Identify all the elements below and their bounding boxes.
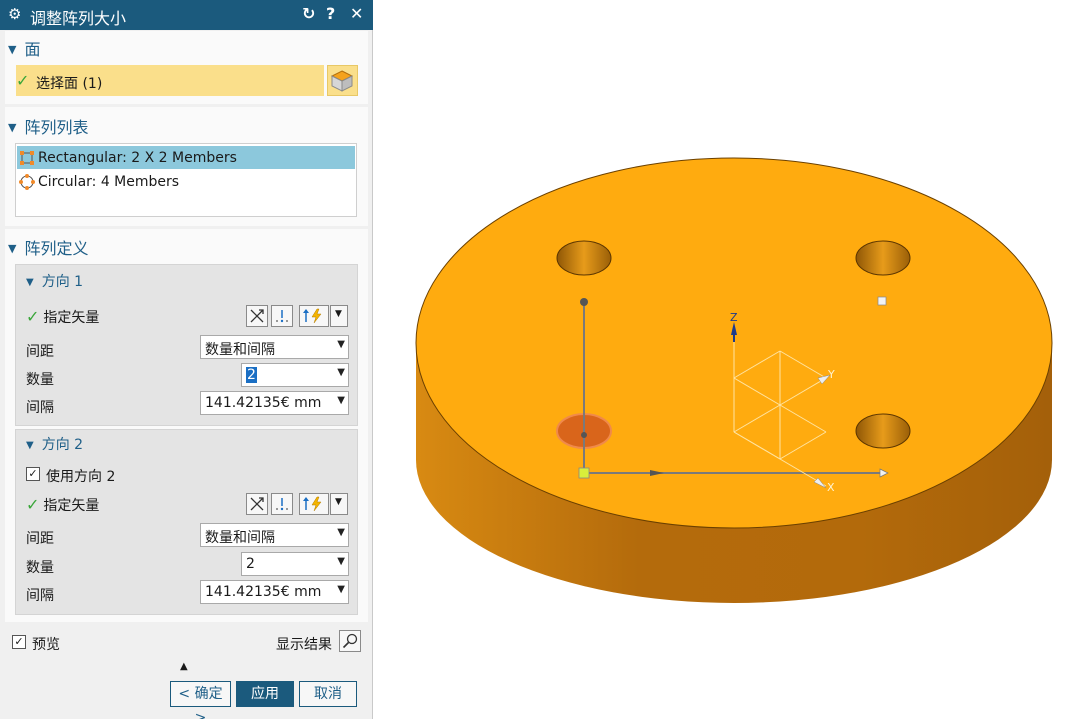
direction2-panel: ▼ 方向 2 ✓ 使用方向 2 ✓ 指定矢量 ▼ 间距 数量和间隔 ▼ 数量 2…: [15, 429, 358, 615]
select-face-row[interactable]: ✓ 选择面 (1): [16, 65, 324, 96]
collapse-triangle-icon: ▼: [8, 242, 17, 255]
direction1-count-input[interactable]: 2 ▼: [241, 363, 349, 387]
show-result-label: 显示结果: [276, 637, 332, 653]
magnifier-icon: [342, 633, 358, 649]
direction2-count-input[interactable]: 2 ▼: [241, 552, 349, 576]
use-direction2-checkbox[interactable]: ✓: [26, 467, 40, 481]
rectangular-pattern-icon: [20, 151, 34, 165]
collapse-triangle-icon: ▼: [8, 121, 17, 134]
pattern-origin-marker[interactable]: [578, 467, 590, 479]
direction2-spacing-select[interactable]: 数量和间隔 ▼: [200, 523, 349, 547]
face-selection-button[interactable]: [327, 65, 358, 96]
input-value: 141.42135€ mm: [205, 584, 322, 600]
list-item-circular[interactable]: Circular: 4 Members: [17, 170, 355, 193]
lightning-vector-icon: [303, 308, 322, 324]
direction1-pitch-label: 间隔: [26, 400, 54, 416]
input-value: 141.42135€ mm: [205, 395, 322, 411]
show-result-button[interactable]: [339, 630, 361, 652]
collapse-triangle-icon: ▼: [26, 440, 34, 451]
z-axis-label: Z: [730, 311, 738, 324]
direction1-spacing-label: 间距: [26, 344, 54, 360]
use-direction2-label: 使用方向 2: [46, 469, 116, 485]
direction1-pitch-input[interactable]: 141.42135€ mm ▼: [200, 391, 349, 415]
hole-top-right[interactable]: [855, 240, 911, 276]
ok-button[interactable]: < 确定 >: [170, 681, 231, 719]
inferred-vector-button[interactable]: [299, 305, 329, 327]
reset-icon[interactable]: ↻: [302, 4, 315, 23]
direction1-spacing-select[interactable]: 数量和间隔 ▼: [200, 335, 349, 359]
dialog-title: 调整阵列大小: [30, 9, 127, 28]
chevron-down-icon: ▼: [337, 584, 345, 595]
direction2-handle[interactable]: [580, 298, 588, 306]
direction1-count-label: 数量: [26, 372, 54, 388]
cross-arrows-icon: [250, 497, 264, 511]
direction2-header[interactable]: ▼ 方向 2: [26, 434, 83, 454]
circular-pattern-icon: [19, 174, 35, 190]
chevron-down-icon: ▼: [335, 497, 342, 507]
direction1-specify-vector[interactable]: ✓ 指定矢量: [26, 307, 99, 327]
adjust-pattern-size-dialog: ⚙ 调整阵列大小 ↻ ? ✕ ▼ 面 ✓ 选择面 (1) ▼ 阵列列表 Rect…: [0, 0, 373, 719]
chevron-down-icon: ▼: [337, 527, 345, 538]
selected-text: 2: [246, 367, 257, 383]
select-value: 数量和间隔: [205, 530, 275, 546]
pattern-list-header[interactable]: ▼ 阵列列表: [8, 114, 88, 137]
direction1-panel: ▼ 方向 1 ✓ 指定矢量 ▼ 间距 数量和间隔 ▼ 数量 2 ▼ 间隔 141…: [15, 264, 358, 426]
help-icon[interactable]: ?: [326, 4, 335, 23]
collapse-up-icon[interactable]: ▲: [180, 661, 188, 672]
close-icon[interactable]: ✕: [350, 4, 363, 23]
collapse-triangle-icon: ▼: [26, 277, 34, 288]
preview-checkbox[interactable]: ✓: [12, 635, 26, 649]
reverse-direction-button[interactable]: [246, 493, 268, 515]
direction2-specify-vector[interactable]: ✓ 指定矢量: [26, 495, 99, 515]
dialog-title-bar: ⚙ 调整阵列大小 ↻ ? ✕: [0, 0, 373, 30]
lightning-vector-icon: [303, 496, 322, 512]
graphics-viewport[interactable]: Z Y X: [373, 0, 1080, 719]
hole-bottom-right[interactable]: [855, 413, 911, 449]
chevron-down-icon: ▼: [335, 309, 342, 319]
gear-icon[interactable]: ⚙: [8, 5, 21, 23]
face-cube-icon: [330, 70, 354, 92]
part-canvas[interactable]: Z Y X: [373, 0, 1080, 719]
direction1-header[interactable]: ▼ 方向 1: [26, 271, 83, 291]
direction2-spacing-label: 间距: [26, 531, 54, 547]
hole-top-left[interactable]: [556, 240, 612, 276]
checkmark-icon: ✓: [26, 307, 40, 326]
vector-dialog-icon: [276, 310, 288, 323]
vector-dialog-button[interactable]: [271, 305, 293, 327]
pattern-point: [581, 432, 587, 438]
vector-dialog-button[interactable]: [271, 493, 293, 515]
chevron-down-icon: ▼: [337, 395, 345, 406]
direction2-pitch-input[interactable]: 141.42135€ mm ▼: [200, 580, 349, 604]
checkmark-icon: ✓: [26, 495, 40, 514]
chevron-down-icon: ▼: [337, 339, 345, 350]
select-value: 数量和间隔: [205, 342, 275, 358]
chevron-down-icon: ▼: [337, 556, 345, 567]
chevron-down-icon: ▼: [337, 367, 345, 378]
face-section-header[interactable]: ▼ 面: [8, 36, 40, 59]
direction2-pitch-label: 间隔: [26, 588, 54, 604]
inferred-vector-button[interactable]: [299, 493, 329, 515]
vector-options-dropdown[interactable]: ▼: [330, 305, 348, 327]
list-item-label: Circular: 4 Members: [38, 174, 180, 190]
select-face-label: 选择面 (1): [36, 76, 103, 92]
checkmark-icon: ✓: [16, 71, 30, 90]
input-value: 2: [246, 556, 255, 572]
pattern-definition-header[interactable]: ▼ 阵列定义: [8, 235, 88, 258]
x-axis-label: X: [827, 481, 835, 494]
reverse-direction-button[interactable]: [246, 305, 268, 327]
list-item-rectangular[interactable]: Rectangular: 2 X 2 Members: [17, 146, 355, 169]
list-item-label: Rectangular: 2 X 2 Members: [38, 150, 237, 166]
cancel-button[interactable]: 取消: [299, 681, 357, 707]
vector-dialog-icon: [276, 498, 288, 511]
y-axis-label: Y: [827, 368, 835, 381]
apply-button[interactable]: 应用: [236, 681, 294, 707]
direction2-count-label: 数量: [26, 560, 54, 576]
pattern-listbox[interactable]: Rectangular: 2 X 2 Members Circular: 4 M…: [15, 143, 357, 217]
cross-arrows-icon: [250, 309, 264, 323]
preview-label: 预览: [32, 637, 60, 653]
collapse-triangle-icon: ▼: [8, 43, 17, 56]
vector-options-dropdown[interactable]: ▼: [330, 493, 348, 515]
pattern-corner-marker[interactable]: [877, 296, 887, 306]
